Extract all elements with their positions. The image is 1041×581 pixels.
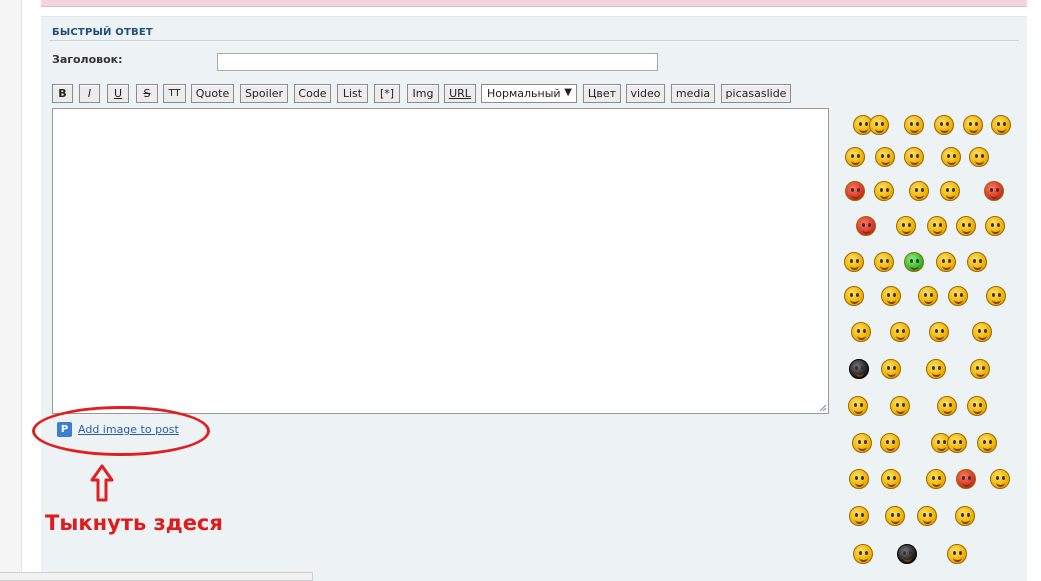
smiley-icon[interactable] (990, 469, 1010, 489)
smiley-icon[interactable] (904, 115, 924, 135)
smiley-icon[interactable] (904, 252, 924, 272)
smiley-icon[interactable] (844, 286, 864, 306)
smiley-icon[interactable] (967, 252, 987, 272)
smiley-icon[interactable] (969, 147, 989, 167)
code-button[interactable]: Code (294, 84, 331, 103)
smiley-icon[interactable] (890, 396, 910, 416)
smiley-icon[interactable] (926, 469, 946, 489)
smiley-icon[interactable] (917, 506, 937, 526)
smiley-icon[interactable] (845, 181, 865, 201)
media-button[interactable]: media (671, 84, 715, 103)
highlight-ellipse (32, 406, 210, 456)
subject-label: Заголовок: (52, 53, 123, 66)
smiley-icon[interactable] (991, 115, 1011, 135)
smiley-icon[interactable] (947, 433, 967, 453)
smiley-icon[interactable] (849, 506, 869, 526)
spoiler-button[interactable]: Spoiler (240, 84, 288, 103)
bold-button[interactable]: B (52, 84, 73, 103)
img-button[interactable]: Img (407, 84, 439, 103)
smiley-icon[interactable] (874, 252, 894, 272)
smiley-icon[interactable] (972, 322, 992, 342)
smiley-icon[interactable] (955, 506, 975, 526)
font-size-select[interactable]: Нормальный ▼ (481, 84, 577, 103)
smiley-icon[interactable] (875, 147, 895, 167)
subject-input[interactable] (217, 53, 658, 71)
smiley-icon[interactable] (845, 147, 865, 167)
smiley-icon[interactable] (844, 252, 864, 272)
left-gutter (0, 0, 22, 581)
quote-button[interactable]: Quote (191, 84, 234, 103)
italic-button[interactable]: I (79, 84, 100, 103)
smiley-icon[interactable] (918, 286, 938, 306)
list-button[interactable]: List (337, 84, 368, 103)
smiley-icon[interactable] (948, 286, 968, 306)
smiley-icon[interactable] (890, 322, 910, 342)
smiley-icon[interactable] (880, 433, 900, 453)
url-button[interactable]: URL (444, 84, 476, 103)
smiley-icon[interactable] (985, 216, 1005, 236)
title-divider (49, 40, 1019, 41)
smiley-icon[interactable] (977, 433, 997, 453)
smiley-icon[interactable] (940, 181, 960, 201)
smiley-icon[interactable] (848, 396, 868, 416)
smiley-icon[interactable] (956, 216, 976, 236)
previous-post-strip (41, 0, 1027, 7)
panel-title: БЫСТРЫЙ ОТВЕТ (52, 27, 153, 38)
browser-status-bar (0, 572, 313, 581)
smiley-icon[interactable] (929, 322, 949, 342)
smiley-icon[interactable] (963, 115, 983, 135)
picasaslide-button[interactable]: picasaslide (721, 84, 791, 103)
up-arrow-icon (90, 464, 114, 502)
smiley-icon[interactable] (986, 286, 1006, 306)
smiley-icon[interactable] (856, 216, 876, 236)
teletype-button[interactable]: TT (163, 84, 186, 103)
smiley-icon[interactable] (956, 469, 976, 489)
underline-button[interactable]: U (107, 84, 129, 103)
smiley-icon[interactable] (851, 322, 871, 342)
smiley-icon[interactable] (852, 433, 872, 453)
quick-reply-panel: БЫСТРЫЙ ОТВЕТ Заголовок: B I U S TT Quot… (32, 16, 1027, 581)
smiley-icon[interactable] (881, 359, 901, 379)
font-size-value: Нормальный (487, 87, 561, 100)
smiley-icon[interactable] (849, 469, 869, 489)
dropdown-arrow-icon: ▼ (564, 87, 572, 98)
smiley-icon[interactable] (936, 252, 956, 272)
smiley-icon[interactable] (874, 181, 894, 201)
smiley-icon[interactable] (947, 544, 967, 564)
smiley-icon[interactable] (904, 147, 924, 167)
smiley-icon[interactable] (881, 469, 901, 489)
bomb-icon[interactable] (849, 359, 869, 379)
smiley-icon[interactable] (896, 216, 916, 236)
smiley-icon[interactable] (897, 544, 917, 564)
smiley-icon[interactable] (926, 359, 946, 379)
smiley-icon[interactable] (909, 181, 929, 201)
color-button[interactable]: Цвет (583, 84, 621, 103)
smiley-icon[interactable] (927, 216, 947, 236)
video-button[interactable]: video (626, 84, 665, 103)
smiley-icon[interactable] (970, 359, 990, 379)
list-item-button[interactable]: [*] (374, 84, 400, 103)
smiley-icon[interactable] (853, 544, 873, 564)
smiley-icon[interactable] (967, 396, 987, 416)
smiley-icon[interactable] (941, 147, 961, 167)
resize-grip-icon[interactable] (818, 403, 827, 412)
smiley-icon[interactable] (869, 115, 889, 135)
smiley-icon[interactable] (937, 396, 957, 416)
smiley-icon[interactable] (934, 115, 954, 135)
message-textarea[interactable] (52, 108, 829, 414)
annotation-text: Тыкнуть здеся (45, 511, 223, 535)
smiley-icon[interactable] (885, 506, 905, 526)
strike-button[interactable]: S (136, 84, 158, 103)
smiley-icon[interactable] (881, 286, 901, 306)
smiley-icon[interactable] (984, 181, 1004, 201)
